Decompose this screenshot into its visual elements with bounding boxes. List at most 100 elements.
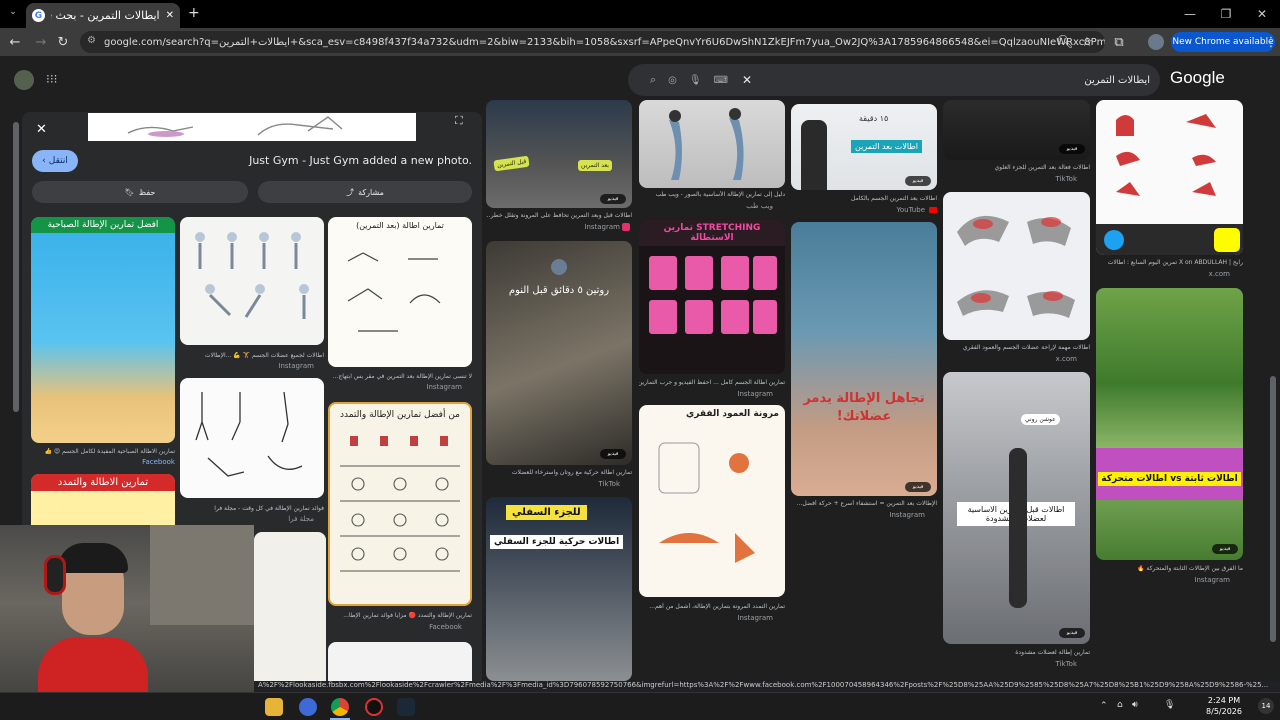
thumb-caption[interactable]: فوائد تمارين الإطالة في كل وقت - مجلة فر… bbox=[180, 505, 324, 512]
result-source[interactable]: TikTok bbox=[486, 480, 620, 488]
search-box[interactable]: ايطالات التمرين ✕ ⌨ 🎙︎ ◎ ⌕ bbox=[628, 64, 1160, 96]
result-caption[interactable]: تمارين اطالة الجسم كامل ... احفظ الفيديو… bbox=[639, 379, 785, 386]
search-icon[interactable]: ⌕ bbox=[650, 73, 656, 87]
result-source[interactable]: TikTok bbox=[943, 175, 1077, 183]
tab-close-icon[interactable]: ✕ bbox=[166, 10, 174, 21]
related-image-6[interactable]: من أفضل تمارين الإطالة والتمدد bbox=[328, 402, 472, 606]
account-avatar[interactable] bbox=[14, 70, 34, 90]
result-image-4[interactable]: فيديو bbox=[943, 100, 1090, 160]
address-bar[interactable]: ⚙ google.com/search?q=ايطالات+التمرين+&s… bbox=[80, 31, 1105, 53]
result-caption[interactable]: تمارين التمدد المرونة بتمارين الإطالة، أ… bbox=[639, 603, 785, 610]
google-logo[interactable]: Google bbox=[1170, 68, 1225, 88]
result-caption[interactable]: اطالات فعالة بعد التمرين للجزء العلوي bbox=[943, 164, 1090, 171]
lens-search-icon[interactable]: ⛶ bbox=[455, 114, 463, 128]
obs-icon[interactable] bbox=[365, 698, 383, 716]
lens-icon[interactable]: ◎ bbox=[668, 75, 677, 86]
network-icon[interactable]: ⌂ bbox=[1117, 700, 1123, 710]
result-caption[interactable]: تمارين إطالة لعضلات مشدودة bbox=[943, 649, 1090, 656]
thumb-source[interactable]: مجلة فرا bbox=[180, 515, 314, 523]
result-image-8[interactable]: تجاهل الإطالة يدمر عضلاتك! فيديو bbox=[791, 222, 937, 496]
result-image-6[interactable]: روتين ٥ دقائق قبل النوم فيديو bbox=[486, 241, 632, 465]
notification-icon[interactable]: 14 bbox=[1258, 698, 1274, 714]
result-source[interactable]: ويب طب bbox=[639, 202, 773, 210]
result-source[interactable]: x.com bbox=[943, 355, 1077, 363]
back-icon[interactable]: ← bbox=[6, 33, 24, 51]
apps-grid-icon[interactable]: ⁝⁝⁝ bbox=[46, 72, 57, 86]
related-image-2[interactable] bbox=[180, 217, 324, 345]
panel-scrollbar[interactable] bbox=[13, 122, 19, 412]
thumb-caption[interactable]: لا تنسى تمارين الإطالة بعد التمرين في مق… bbox=[328, 373, 472, 380]
keyboard-icon[interactable]: ⌨ bbox=[714, 75, 728, 86]
thumb-caption[interactable]: تمارين الإطالة والتمدد 🔴 مزايا فوائد تما… bbox=[328, 612, 472, 619]
thumb-source[interactable]: Instagram bbox=[180, 362, 314, 370]
tray-arrow-icon[interactable]: ⌃ bbox=[1100, 701, 1108, 711]
new-tab-icon[interactable]: + bbox=[188, 5, 200, 21]
voice-search-icon[interactable]: 🎙︎ bbox=[689, 75, 702, 86]
thumb-source[interactable]: Instagram bbox=[328, 383, 462, 391]
forward-icon[interactable]: → bbox=[32, 33, 50, 51]
result-image-1[interactable]: قبل التمرين بعد التمرين فيديو bbox=[486, 100, 632, 208]
system-clock[interactable]: 2:24 PM 8/5/2026 bbox=[1206, 695, 1242, 717]
result-source[interactable]: TikTok bbox=[943, 660, 1077, 668]
result-source[interactable]: Instagram bbox=[486, 223, 620, 231]
related-image-5[interactable] bbox=[180, 378, 324, 498]
chrome-taskbar-icon[interactable] bbox=[331, 698, 349, 716]
thumb-caption[interactable]: اطالات لجميع عضلات الجسم 🏋️ 💪 ...الإطالا… bbox=[180, 352, 324, 359]
preview-image[interactable] bbox=[88, 113, 416, 141]
result-caption[interactable]: ما الفرق بين الإطالات الثابتة والمتحركة … bbox=[1096, 565, 1243, 572]
result-image-13[interactable]: عوشن روني اطالات قبل التمرين الاساسية لع… bbox=[943, 372, 1090, 644]
close-window-icon[interactable]: ✕ bbox=[1244, 0, 1280, 28]
post-title[interactable]: Just Gym - Just Gym added a new photo. bbox=[172, 154, 472, 167]
thumb-caption[interactable]: تمارين الاطالة الصباحية المفيدة لكامل ال… bbox=[31, 448, 175, 455]
result-source[interactable]: Instagram bbox=[791, 511, 925, 519]
thumb-source[interactable]: Facebook bbox=[328, 623, 462, 631]
related-image-7[interactable] bbox=[254, 532, 326, 690]
profile-avatar[interactable] bbox=[1148, 34, 1164, 50]
new-chrome-available-button[interactable]: New Chrome available bbox=[1171, 32, 1275, 52]
steam-icon[interactable] bbox=[397, 698, 415, 716]
file-explorer-icon[interactable] bbox=[265, 698, 283, 716]
clear-search-icon[interactable]: ✕ bbox=[742, 73, 752, 87]
result-source[interactable]: YouTube bbox=[791, 206, 925, 214]
save-button[interactable]: 🔖︎ حفظ bbox=[32, 181, 248, 203]
related-image-3[interactable]: تمارين اطالة (بعد التمرين) bbox=[328, 217, 472, 367]
close-panel-icon[interactable]: ✕ bbox=[36, 122, 47, 137]
thumb-source[interactable]: Facebook bbox=[31, 458, 175, 466]
minimize-icon[interactable]: — bbox=[1172, 0, 1208, 28]
browser-tab[interactable]: G ایطالات التمرين - بحث Google ✕ bbox=[26, 3, 180, 28]
visit-button[interactable]: انتقل › bbox=[32, 150, 78, 172]
page-scrollbar[interactable] bbox=[1270, 376, 1276, 642]
result-image-10[interactable]: اطالات ثابتة vs اطالات متحركة فيديو bbox=[1096, 288, 1243, 560]
result-caption[interactable]: تمارين اطالة حركية مع روتان واسترخاء للع… bbox=[486, 469, 632, 476]
result-source[interactable]: x.com bbox=[1096, 270, 1230, 278]
result-image-12[interactable]: مرونة العمود الفقري bbox=[639, 405, 785, 597]
reload-icon[interactable]: ↻ bbox=[54, 33, 72, 51]
result-caption[interactable]: اطالات قبل وبعد التمرين تحافظ على المرون… bbox=[486, 212, 632, 219]
result-source[interactable]: Instagram bbox=[1096, 576, 1230, 584]
volume-icon[interactable]: 🔊︎ bbox=[1132, 700, 1138, 710]
restore-icon[interactable]: ❐ bbox=[1208, 0, 1244, 28]
mic-tray-icon[interactable]: 🎙︎ bbox=[1164, 700, 1175, 710]
bookmark-star-icon[interactable]: ☆ bbox=[1078, 33, 1096, 51]
result-caption[interactable]: الإطالات بعد التمرين = استشفاء أسرع + حر… bbox=[791, 500, 937, 507]
result-caption[interactable]: دليل إلى تمارين الإطالة الأساسية بالصور … bbox=[639, 191, 785, 198]
result-caption[interactable]: اطالات مهمة لإراحة عضلات الجسم والعمود ا… bbox=[943, 344, 1090, 351]
tab-search-icon[interactable]: ⌄ bbox=[6, 7, 20, 21]
result-image-5[interactable] bbox=[1096, 100, 1243, 255]
share-button[interactable]: ⤴ مشاركة bbox=[258, 181, 472, 203]
zoom-icon[interactable]: 🔍︎ bbox=[1056, 33, 1074, 51]
result-caption[interactable]: رابح | X on ABDULLAH تمرين اليوم السابع … bbox=[1096, 259, 1243, 266]
result-image-7[interactable]: STRETCHING تمارين الاستطالة bbox=[639, 220, 785, 374]
result-source[interactable]: Instagram bbox=[639, 390, 773, 398]
result-source[interactable]: Instagram bbox=[639, 614, 773, 622]
extensions-icon[interactable]: ⧉ bbox=[1110, 33, 1128, 51]
edge-browser-icon[interactable] bbox=[299, 698, 317, 716]
result-caption[interactable]: اطالات بعد التمرين الجسم بالكامل bbox=[791, 195, 937, 202]
related-image-1[interactable]: افضل تمارين الإطالة الصباحية bbox=[31, 217, 175, 443]
result-image-3[interactable]: ١٥ دقيقة اطالات بعد التمرين فيديو bbox=[791, 104, 937, 190]
site-info-icon[interactable]: ⚙ bbox=[87, 35, 96, 46]
chrome-menu-icon[interactable]: ⋮ bbox=[1262, 33, 1280, 51]
result-image-9[interactable] bbox=[943, 192, 1090, 340]
result-image-2[interactable] bbox=[639, 100, 785, 188]
result-image-11[interactable]: للجزء السفلي اطالات حركية للجزء السفلي bbox=[486, 497, 632, 681]
